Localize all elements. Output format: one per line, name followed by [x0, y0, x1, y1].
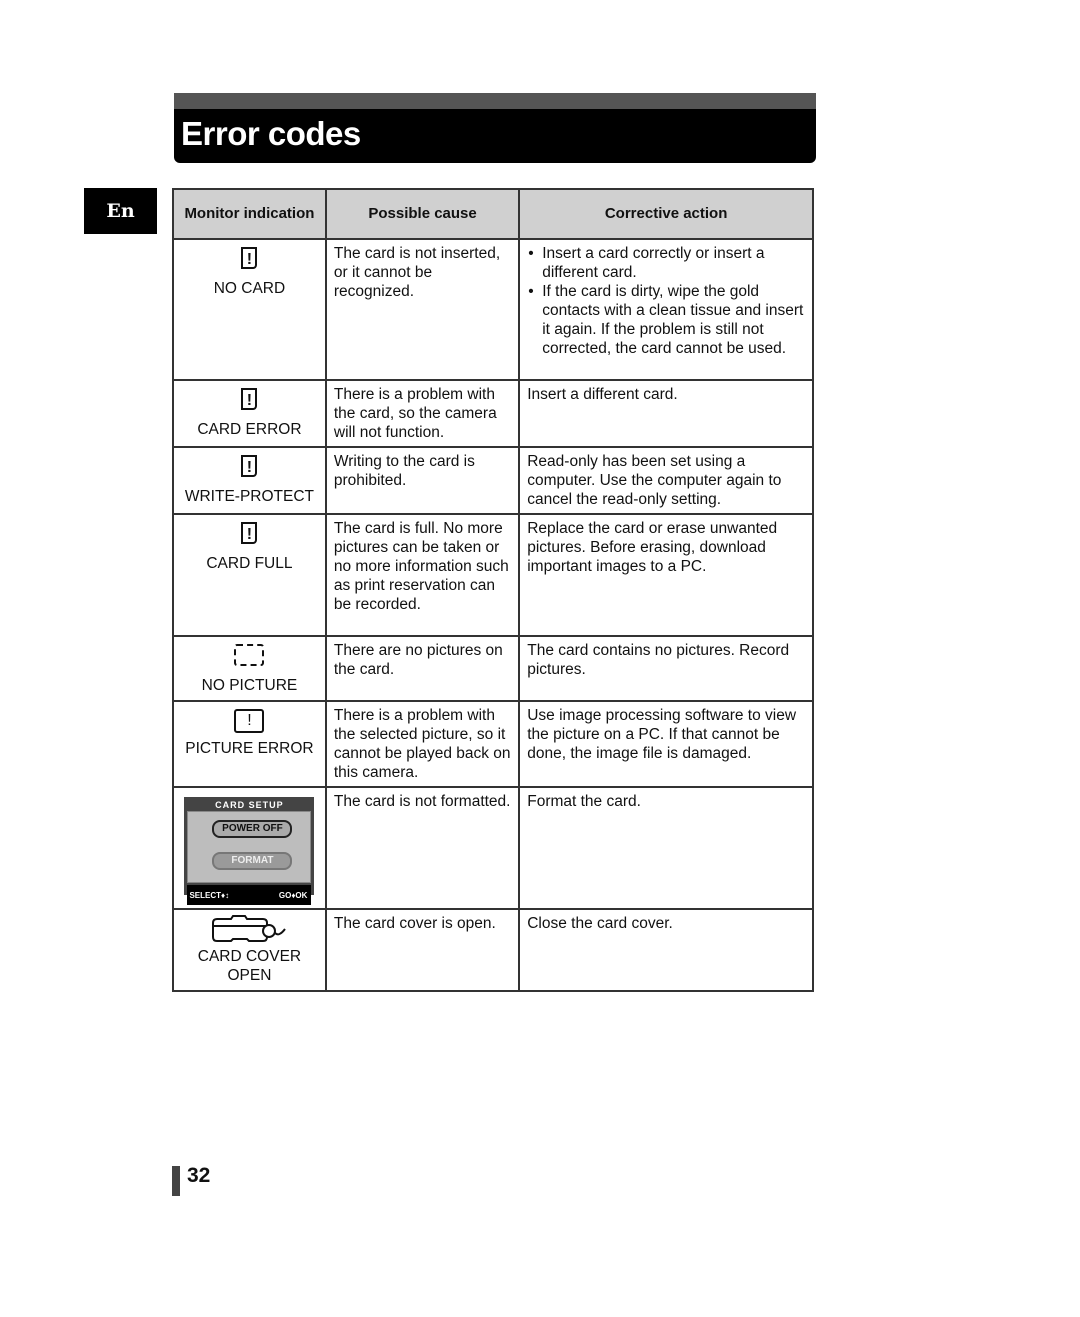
header-monitor: Monitor indication: [172, 188, 327, 240]
cause-cell: The card cover is open.: [324, 908, 521, 992]
cause-cell: There is a problem with the selected pic…: [324, 700, 521, 788]
table-row: CARD COVER OPEN The card cover is open. …: [172, 908, 814, 992]
format-option: FORMAT: [212, 852, 293, 870]
action-cell: Insert a different card.: [518, 379, 814, 448]
action-cell: The card contains no pictures. Record pi…: [518, 635, 814, 702]
header-action: Corrective action: [518, 188, 814, 240]
cause-cell: The card is not inserted, or it cannot b…: [324, 238, 521, 381]
error-codes-table: Monitor indication Possible cause Correc…: [172, 188, 814, 992]
table-row: CARD SETUP POWER OFF FORMAT SELECT♦↕ GO♦…: [172, 786, 814, 910]
table-row: ! NO CARD The card is not inserted, or i…: [172, 238, 814, 381]
screen-title: CARD SETUP: [215, 800, 284, 810]
monitor-label: CARD ERROR: [197, 421, 302, 438]
title-banner: Error codes: [174, 93, 816, 163]
title-banner-stripe: [174, 93, 816, 109]
screen-footer-go: GO♦OK: [278, 891, 308, 900]
page-number-marker: [172, 1166, 180, 1196]
action-item: Insert a card correctly or insert a diff…: [528, 244, 805, 282]
cause-cell: Writing to the card is prohibited.: [324, 446, 521, 515]
card-warning-icon: !: [241, 247, 258, 269]
cause-cell: The card is full. No more pictures can b…: [324, 513, 521, 637]
monitor-label: CARD COVER OPEN: [197, 948, 302, 984]
page-title: Error codes: [181, 115, 361, 152]
page-number: 32: [187, 1164, 211, 1187]
table-header-row: Monitor indication Possible cause Correc…: [172, 188, 814, 240]
header-cause: Possible cause: [324, 188, 521, 240]
table-row: NO PICTURE There are no pictures on the …: [172, 635, 814, 702]
table-row: ! PICTURE ERROR There is a problem with …: [172, 700, 814, 788]
monitor-label: NO PICTURE: [201, 677, 298, 694]
monitor-label: PICTURE ERROR: [185, 740, 314, 757]
picture-warning-icon: !: [234, 709, 265, 733]
action-cell: Close the card cover.: [518, 908, 814, 992]
screen-footer-select: SELECT♦↕: [189, 891, 230, 900]
monitor-label: WRITE-PROTECT: [184, 488, 315, 505]
action-cell: Read-only has been set using a computer.…: [518, 446, 814, 515]
card-warning-icon: !: [241, 455, 258, 477]
monitor-label: CARD FULL: [206, 555, 293, 572]
language-tab: En: [84, 188, 157, 234]
table-row: ! CARD ERROR There is a problem with the…: [172, 379, 814, 448]
power-off-option: POWER OFF: [212, 820, 293, 838]
table-row: ! CARD FULL The card is full. No more pi…: [172, 513, 814, 637]
action-item: If the card is dirty, wipe the gold cont…: [528, 282, 805, 358]
action-cell: Format the card.: [518, 786, 814, 910]
no-picture-icon: [234, 644, 265, 666]
action-cell: Use image processing software to view th…: [518, 700, 814, 788]
card-warning-icon: !: [241, 522, 258, 544]
table-row: ! WRITE-PROTECT Writing to the card is p…: [172, 446, 814, 515]
card-cover-icon: [212, 915, 287, 942]
cause-cell: There is a problem with the card, so the…: [324, 379, 521, 448]
card-warning-icon: !: [241, 388, 258, 410]
monitor-label: NO CARD: [213, 280, 286, 297]
card-setup-screen: CARD SETUP POWER OFF FORMAT SELECT♦↕ GO♦…: [184, 797, 315, 905]
cause-cell: There are no pictures on the card.: [324, 635, 521, 702]
cause-cell: The card is not formatted.: [324, 786, 521, 910]
action-cell: Replace the card or erase unwanted pictu…: [518, 513, 814, 637]
